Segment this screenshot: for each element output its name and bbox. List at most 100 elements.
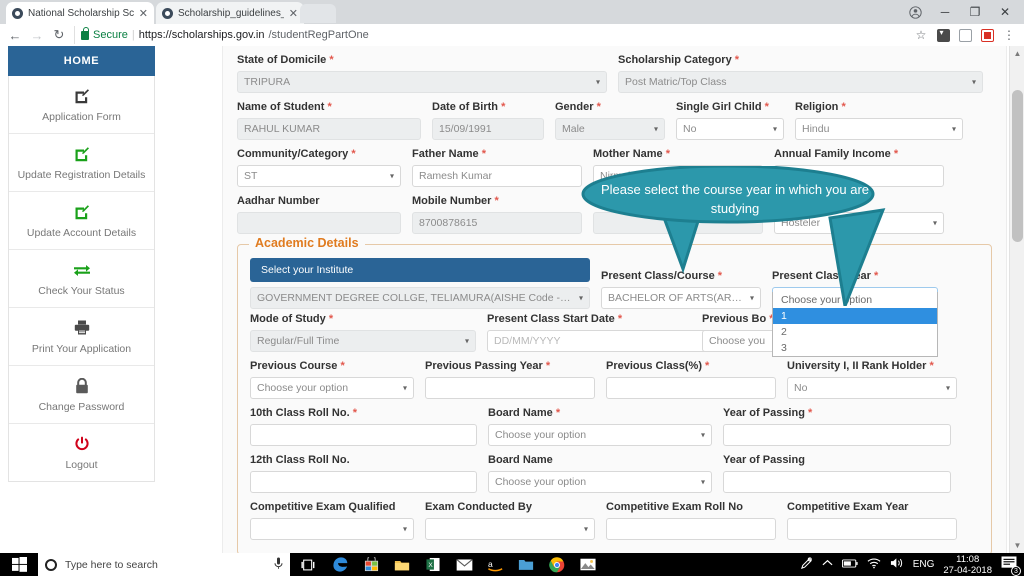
present-class-start-date-input[interactable]: DD/MM/YYYY [487,330,709,352]
university-rank-holder-select[interactable]: No [787,377,957,399]
sidebar-item-home[interactable]: HOME [8,46,155,76]
url-input[interactable]: Secure | https://scholarships.gov.in/stu… [74,26,910,44]
tab-strip: National Scholarship Sch ✕ Scholarship_g… [0,0,1024,24]
reload-icon[interactable]: ↻ [48,24,70,46]
wifi-icon[interactable] [867,558,881,572]
field-competitive-exam-qualified: Competitive Exam Qualified [250,501,414,540]
profile-icon[interactable] [900,1,930,23]
competitive-exam-qualified-select[interactable] [250,518,414,540]
maximize-button[interactable]: ❐ [960,1,990,23]
scrollbar-thumb[interactable] [1012,90,1023,242]
form-row: Aadhar Number Mobile Number * 8700878615… [237,195,992,234]
explorer-icon[interactable] [387,553,417,576]
clock[interactable]: 11:08 27-04-2018 [943,554,992,576]
mode-of-study-select[interactable]: Regular/Full Time [250,330,476,352]
page-scrollbar[interactable]: ▲ ▼ [1009,46,1024,553]
sidebar-item-update-registration-details[interactable]: Update Registration Details [9,134,154,192]
present-class-year-dropdown-list[interactable]: Choose your option 1 2 3 [772,292,938,357]
close-icon[interactable]: ✕ [139,7,148,20]
folder-icon[interactable] [511,553,541,576]
state-of-domicile-select[interactable]: TRIPURA [237,71,607,93]
language-indicator[interactable]: ENG [913,559,935,570]
twelfth-class-roll-no-input[interactable] [250,471,477,493]
present-class-course-select[interactable]: BACHELOR OF ARTS(ARTS) [601,287,761,309]
forward-icon[interactable]: → [26,24,48,46]
task-view-icon[interactable] [294,553,324,576]
microphone-icon[interactable] [274,557,283,573]
sidebar-item-change-password[interactable]: Change Password [9,366,154,424]
sidebar-item-logout[interactable]: Logout [9,424,154,481]
previous-course-select[interactable]: Choose your option [250,377,414,399]
field-mobile-number: Mobile Number * 8700878615 [412,195,582,234]
back-icon[interactable]: ← [4,24,26,46]
close-window-button[interactable]: ✕ [990,1,1020,23]
field-10th-class-roll-no: 10th Class Roll No. * [250,407,477,446]
notifications-icon[interactable]: 3 [1001,556,1021,576]
aadhar-number-input[interactable] [237,212,401,234]
sidebar-item-check-your-status[interactable]: Check Your Status [9,250,154,308]
sidebar-item-print-your-application[interactable]: Print Your Application [9,308,154,366]
annual-family-income-input[interactable]: 250000 [774,165,944,187]
field-label: Competitive Exam Qualified [250,501,396,513]
previous-passing-year-input[interactable] [425,377,595,399]
field-label: Present Class Year * [772,270,879,282]
tab-title: Scholarship_guidelines_ [178,7,284,19]
security-label: Secure [93,29,128,41]
father-name-input[interactable]: Ramesh Kumar [412,165,582,187]
mail-icon[interactable] [449,553,479,576]
scholarship-category-select[interactable]: Post Matric/Top Class [618,71,983,93]
religion-select[interactable]: Hindu [795,118,963,140]
sidebar-item-update-account-details[interactable]: Update Account Details [9,192,154,250]
select-institute-button[interactable]: Select your Institute [250,258,590,282]
chrome-icon[interactable] [542,553,572,576]
browser-tab-1[interactable]: National Scholarship Sch ✕ [6,2,154,24]
new-tab-button[interactable] [300,4,336,23]
store-icon[interactable] [356,553,386,576]
mother-name-input[interactable]: Nirmala [593,165,763,187]
obscured-input[interactable] [593,212,763,234]
pen-workspace-icon[interactable] [800,556,813,573]
hosteler-select[interactable]: Hosteler [774,212,944,234]
year-of-passing-12th-input[interactable] [723,471,951,493]
close-icon[interactable]: ✕ [289,7,298,20]
date-of-birth-input[interactable]: 15/09/1991 [432,118,544,140]
tenth-class-roll-no-input[interactable] [250,424,477,446]
gender-select[interactable]: Male [555,118,665,140]
competitive-exam-year-input[interactable] [787,518,957,540]
year-of-passing-10th-input[interactable] [723,424,951,446]
mobile-number-input[interactable]: 8700878615 [412,212,582,234]
browser-tab-2[interactable]: Scholarship_guidelines_ ✕ [156,2,304,24]
dropdown-option[interactable]: 3 [773,340,937,356]
board-name-10th-select[interactable]: Choose your option [488,424,712,446]
scroll-up-arrow[interactable]: ▲ [1010,46,1024,61]
required-marker: * [841,101,846,113]
amazon-icon[interactable]: a [480,553,510,576]
excel-icon[interactable]: X [418,553,448,576]
bookmark-star-icon[interactable]: ☆ [910,24,932,46]
dropdown-option-selected[interactable]: 1 [773,308,937,324]
name-of-student-input[interactable]: RAHUL KUMAR [237,118,421,140]
chrome-menu-icon[interactable]: ⋮ [998,24,1020,46]
competitive-exam-roll-no-input[interactable] [606,518,776,540]
institute-select[interactable]: GOVERNMENT DEGREE COLLGE, TELIAMURA(AISH… [250,287,590,309]
dropdown-option[interactable]: Choose your option [773,292,937,308]
extension-icon-3[interactable] [976,24,998,46]
sidebar-item-application-form[interactable]: Application Form [9,76,154,134]
previous-class-percentage-input[interactable] [606,377,776,399]
dropdown-option[interactable]: 2 [773,324,937,340]
minimize-button[interactable]: ─ [930,1,960,23]
battery-icon[interactable] [841,558,858,571]
extension-icon-1[interactable] [932,24,954,46]
volume-icon[interactable] [890,557,904,572]
scroll-down-arrow[interactable]: ▼ [1010,538,1024,553]
edge-icon[interactable] [325,553,355,576]
single-girl-child-select[interactable]: No [676,118,784,140]
exam-conducted-by-select[interactable] [425,518,595,540]
community-category-select[interactable]: ST [237,165,401,187]
show-hidden-icons[interactable] [822,559,833,570]
search-input[interactable]: Type here to search [38,553,290,576]
board-name-12th-select[interactable]: Choose your option [488,471,712,493]
photos-icon[interactable] [573,553,603,576]
extension-icon-2[interactable] [954,24,976,46]
windows-logo-icon[interactable] [0,553,38,576]
